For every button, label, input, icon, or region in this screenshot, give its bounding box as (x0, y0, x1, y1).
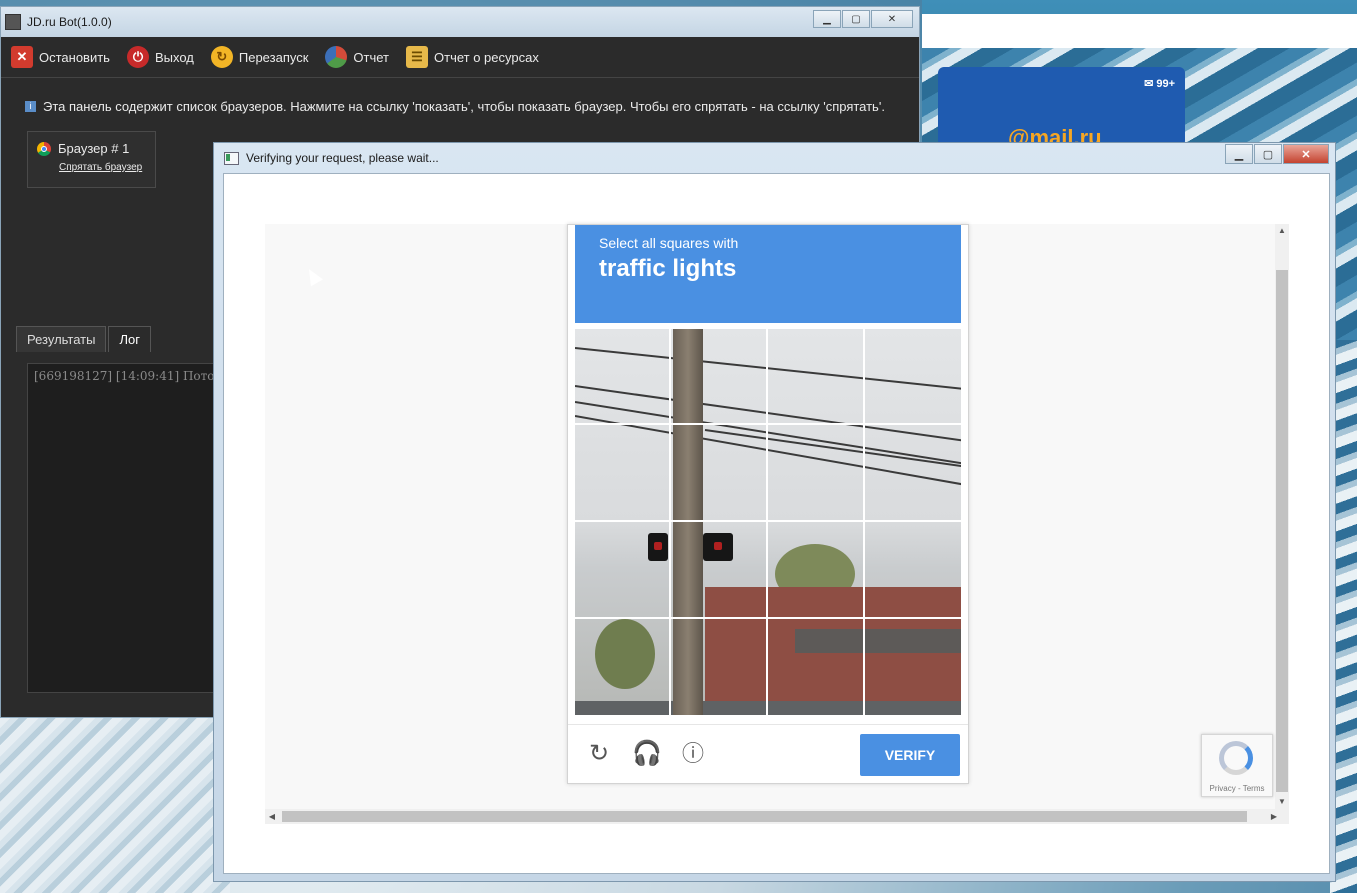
bot-toolbar: ✕ Остановить ⏻ Выход ↻ Перезапуск Отчет … (1, 37, 919, 78)
resources-report-label: Отчет о ресурсах (434, 49, 539, 65)
power-wire (575, 385, 961, 443)
window-icon (224, 151, 239, 165)
scroll-left-arrow[interactable]: ◀ (265, 809, 279, 824)
restart-label: Перезапуск (238, 49, 309, 65)
horizontal-scrollbar[interactable]: ◀ ▶ (265, 809, 1289, 824)
headphones-icon[interactable]: 🎧 (632, 741, 662, 767)
resources-report-button[interactable]: ☰ Отчет о ресурсах (406, 46, 539, 68)
stop-label: Остановить (39, 49, 110, 65)
captcha-target: traffic lights (599, 255, 737, 282)
stop-button[interactable]: ✕ Остановить (11, 46, 110, 68)
stop-icon: ✕ (11, 46, 33, 68)
scroll-down-arrow[interactable]: ▼ (1275, 795, 1289, 809)
tab-results[interactable]: Результаты (16, 326, 107, 352)
recaptcha-challenge: Select all squares with traffic lights ↻… (567, 224, 969, 784)
power-wire (575, 347, 961, 391)
captcha-footer: ↻ 🎧 ⓘ VERIFY (568, 724, 968, 784)
hide-browser-link[interactable]: Спрятать браузер (59, 162, 155, 173)
vertical-scrollbar[interactable]: ▲ ▼ (1275, 224, 1289, 809)
web-content: Select all squares with traffic lights ↻… (223, 173, 1330, 874)
mail-card[interactable]: ✉ 99+ @mail.ru (938, 67, 1185, 150)
traffic-light (648, 533, 668, 561)
report-label: Отчет (353, 49, 389, 65)
restart-button[interactable]: ↻ Перезапуск (210, 46, 309, 68)
captcha-image (575, 329, 961, 715)
restart-icon: ↻ (210, 46, 233, 68)
bot-tabs: Результаты Лог (16, 326, 153, 352)
reload-icon[interactable]: ↻ (586, 741, 612, 767)
close-button[interactable]: ✕ (1283, 144, 1329, 164)
power-icon: ⏻ (126, 46, 149, 68)
verify-window: Verifying your request, please wait... ▁… (213, 142, 1336, 882)
info-icon: i (25, 101, 36, 112)
minimize-button[interactable]: ▁ (1225, 144, 1253, 164)
desktop-background (0, 700, 230, 893)
verify-window-title: Verifying your request, please wait... (246, 151, 439, 165)
pie-chart-icon (325, 46, 348, 68)
tree (595, 619, 655, 689)
scroll-right-arrow[interactable]: ▶ (1267, 809, 1281, 824)
minimize-button[interactable]: ▁ (813, 10, 841, 28)
verify-window-controls: ▁ ▢ ✕ (1224, 144, 1329, 164)
captcha-header: Select all squares with traffic lights (575, 225, 961, 323)
maximize-button[interactable]: ▢ (842, 10, 870, 28)
recaptcha-logo-icon (1219, 741, 1253, 775)
exit-button[interactable]: ⏻ Выход (126, 46, 194, 68)
bot-window-controls: ▁ ▢ ✕ (812, 10, 913, 28)
utility-pole (673, 329, 703, 715)
maximize-button[interactable]: ▢ (1254, 144, 1282, 164)
recaptcha-badge-text[interactable]: Privacy - Terms (1202, 784, 1272, 793)
power-wire (575, 415, 961, 487)
scroll-thumb[interactable] (282, 811, 1247, 822)
log-panel[interactable]: [669198127] [14:09:41] Поток (27, 363, 223, 693)
info-icon[interactable]: ⓘ (680, 741, 706, 767)
info-text: Эта панель содержит список браузеров. На… (43, 99, 885, 114)
bot-window-title: JD.ru Bot(1.0.0) (27, 15, 112, 29)
verify-button[interactable]: VERIFY (860, 734, 960, 776)
ground (575, 701, 961, 715)
scroll-up-arrow[interactable]: ▲ (1275, 224, 1289, 238)
traffic-light (703, 533, 733, 561)
scroll-thumb[interactable] (1276, 270, 1288, 792)
verify-titlebar[interactable]: Verifying your request, please wait... (224, 151, 439, 165)
bot-titlebar[interactable]: JD.ru Bot(1.0.0) ▁ ▢ ✕ (1, 7, 919, 37)
list-icon: ☰ (406, 46, 428, 68)
info-line: i Эта панель содержит список браузеров. … (25, 99, 885, 114)
recaptcha-badge[interactable]: Privacy - Terms (1201, 734, 1273, 797)
building-roof (795, 629, 961, 653)
captcha-instruction: Select all squares with (599, 235, 739, 251)
report-button[interactable]: Отчет (325, 46, 389, 68)
exit-label: Выход (154, 49, 194, 65)
app-icon (5, 14, 21, 30)
address-bar[interactable] (922, 14, 1357, 49)
browser-card: Браузер # 1 Спрятать браузер (27, 131, 156, 188)
tab-log[interactable]: Лог (108, 326, 151, 352)
log-line: [669198127] [14:09:41] Поток (34, 369, 223, 383)
chrome-icon (37, 141, 51, 156)
browser-name: Браузер # 1 (58, 141, 130, 156)
mail-badge: ✉ 99+ (1144, 78, 1175, 90)
close-button[interactable]: ✕ (871, 10, 913, 28)
